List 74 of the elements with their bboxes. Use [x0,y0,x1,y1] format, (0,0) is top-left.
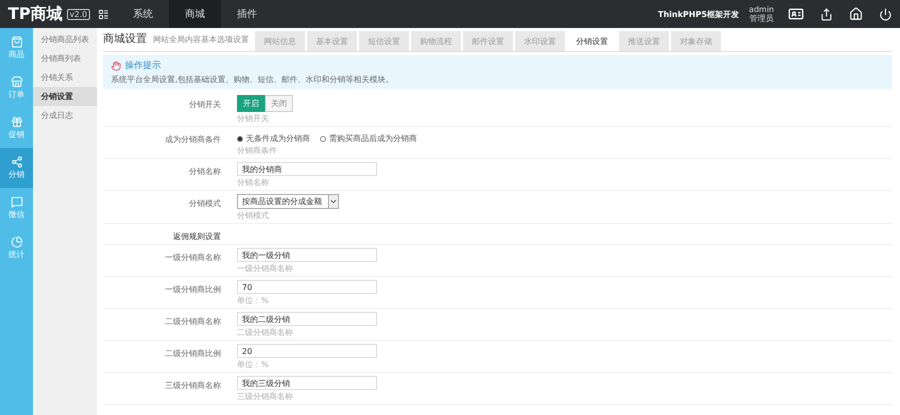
settings-tab[interactable]: 购物流程 [411,31,461,51]
nav-tab[interactable]: 插件 [221,0,274,29]
caret-icon [328,195,338,208]
field-label: 分销名称 [188,166,222,178]
field-hint: 分销模式 [237,210,270,221]
submenu-item[interactable]: 分销关系 [33,68,97,87]
field-hint: 二级分销商名称 [237,327,294,338]
gift-icon [10,116,22,128]
side-menu-item[interactable]: 分销 [0,148,33,188]
framework-label: ThinkPHP5框架开发 [658,8,739,20]
field-hint: 分销名称 [237,177,270,188]
nav-tab[interactable]: 系统 [117,0,170,29]
toggle-button[interactable]: 关闭 [265,95,293,112]
radio-button[interactable] [320,136,326,142]
submenu-item[interactable]: 分销商列表 [33,49,97,68]
page-subtitle: 网站全局内容基本选项设置 [153,34,249,46]
hand-icon [111,60,121,70]
user-role: 管理员 [749,14,774,23]
store-icon [10,76,22,88]
field-label: 分销开关 [188,99,222,111]
toggle-button[interactable]: 开启 [237,95,265,112]
section-heading: 返佣规则设置 [172,231,222,242]
side-menu-item[interactable]: 促销 [0,108,33,148]
radio-label: 需购买商品后成为分销商 [329,133,417,144]
settings-tab[interactable]: 短信设置 [359,31,409,51]
submenu-item[interactable]: 分销设置 [33,87,97,106]
power-icon[interactable] [879,8,892,20]
side-menu-item[interactable]: 微信 [0,188,33,228]
user-name: admin [748,5,774,14]
radio-label: 无条件成为分销商 [246,133,310,144]
tip-title: 操作提示 [125,60,161,72]
field-label: 三级分销商名称 [164,380,222,392]
field-label: 分销模式 [188,198,222,210]
field-label: 成为分销商条件 [164,134,222,146]
logo: TP商城 [7,4,64,24]
chat-icon [10,196,22,208]
input-field[interactable]: 我的三级分销 [237,376,377,390]
side-menu-item[interactable]: 统计 [0,228,33,268]
input-field[interactable]: 我的一级分销 [237,248,377,262]
pie-chart-icon [10,236,22,248]
input-field[interactable]: 20 [237,344,377,358]
id-card-icon[interactable] [788,6,804,22]
field-label: 二级分销商名称 [164,316,222,328]
settings-tab[interactable]: 基本设置 [307,31,357,51]
radio-button[interactable] [237,136,243,142]
settings-tab[interactable]: 邮件设置 [463,31,513,51]
settings-tab[interactable]: 水印设置 [515,31,565,51]
version-badge: v2.0 [66,8,90,20]
field-hint: 分销商条件 [237,145,278,156]
bag-icon [10,36,22,48]
input-field[interactable]: 70 [237,280,377,294]
settings-tab[interactable]: 网站信息 [255,31,305,51]
field-label: 二级分销商比例 [164,348,222,360]
field-hint: 分销开关 [237,113,270,124]
page-title: 商城设置 [103,31,147,47]
settings-tab[interactable]: 对象存储 [671,31,721,51]
submenu-item[interactable]: 分成日志 [33,106,97,125]
settings-tab[interactable]: 推送设置 [619,31,669,51]
tip-text: 系统平台全局设置,包括基础设置、购物、短信、邮件、水印和分销等相关模块。 [111,74,395,85]
menu-icon[interactable] [98,8,110,20]
submenu-item[interactable]: 分销商品列表 [33,30,97,49]
field-label: 一级分销商名称 [164,252,222,264]
field-hint: 单位：% [237,295,270,306]
side-menu-item[interactable]: 商品 [0,28,33,68]
field-label: 一级分销商比例 [164,284,222,296]
field-hint: 一级分销商名称 [237,263,294,274]
home-icon[interactable] [849,7,863,21]
field-hint: 三级分销商名称 [237,391,294,402]
select-field[interactable]: 按商品设置的分成金额 [237,194,339,209]
input-field[interactable]: 我的二级分销 [237,312,377,326]
nav-tab[interactable]: 商城 [169,0,222,29]
input-field[interactable]: 我的分销商 [237,162,377,176]
side-menu-item[interactable]: 订单 [0,68,33,108]
field-hint: 单位：% [237,359,270,370]
